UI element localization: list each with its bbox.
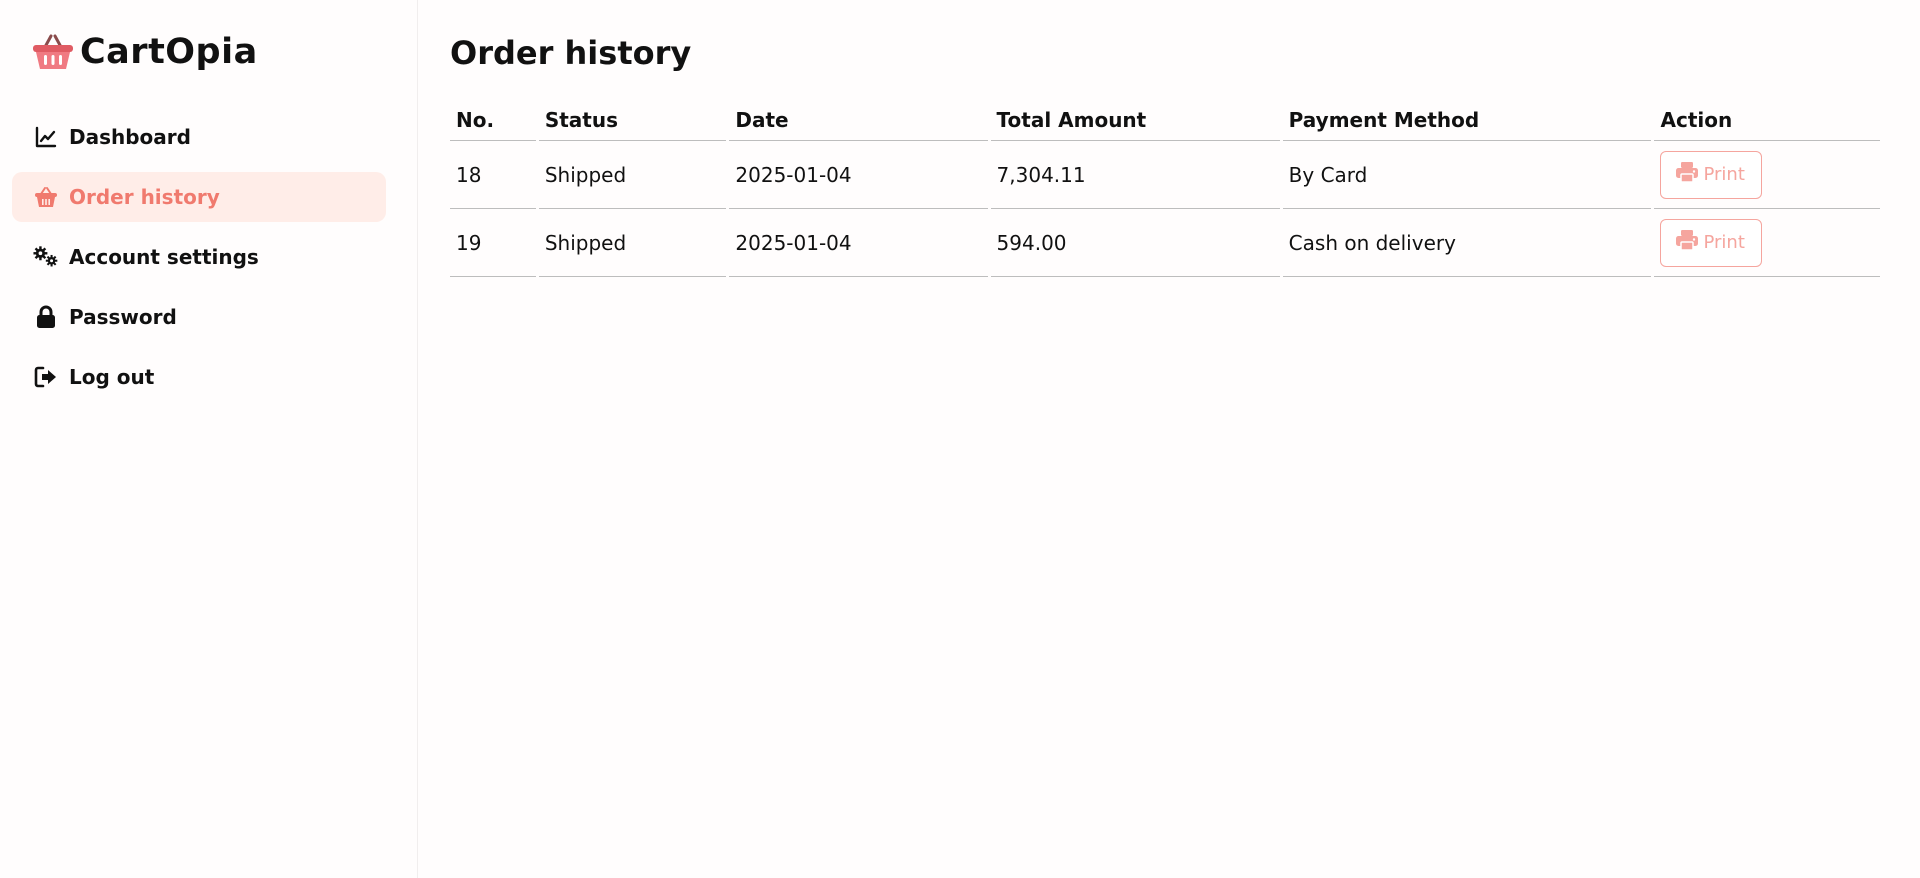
cell-no: 18 — [450, 141, 536, 209]
app-root: CartOpia Dashboard Order history Account… — [0, 0, 1920, 878]
sidebar: CartOpia Dashboard Order history Account… — [0, 0, 418, 878]
print-button-label: Print — [1703, 232, 1745, 253]
cell-status: Shipped — [538, 141, 727, 209]
column-header-no: No. — [450, 100, 536, 141]
sidebar-item-label: Dashboard — [69, 125, 191, 149]
print-button[interactable]: Print — [1660, 218, 1762, 267]
basket-icon — [32, 33, 74, 71]
basket-icon — [33, 184, 59, 210]
cell-action: Print — [1654, 209, 1880, 277]
table-row: 19 Shipped 2025-01-04 594.00 Cash on del… — [450, 209, 1880, 277]
print-button[interactable]: Print — [1660, 150, 1762, 199]
column-header-total-amount: Total Amount — [990, 100, 1280, 141]
cell-no: 19 — [450, 209, 536, 277]
sidebar-item-log-out[interactable]: Log out — [12, 352, 386, 402]
sidebar-item-label: Password — [69, 305, 177, 329]
page-title: Order history — [450, 34, 692, 72]
line-chart-icon — [33, 124, 59, 150]
table-body: 18 Shipped 2025-01-04 7,304.11 By Card P… — [450, 141, 1880, 277]
gears-icon — [33, 244, 59, 270]
order-history-table: No. Status Date Total Amount Payment Met… — [447, 100, 1883, 277]
sidebar-item-account-settings[interactable]: Account settings — [12, 232, 386, 282]
cell-date: 2025-01-04 — [729, 209, 988, 277]
main-content: Order history No. Status Date Total Amou… — [418, 0, 1920, 878]
print-button-label: Print — [1703, 164, 1745, 185]
printer-icon — [1675, 161, 1699, 188]
lock-icon — [33, 304, 59, 330]
sidebar-item-label: Account settings — [69, 245, 259, 269]
brand-name: CartOpia — [80, 32, 258, 72]
table-header: No. Status Date Total Amount Payment Met… — [450, 100, 1880, 141]
cell-total-amount: 594.00 — [990, 209, 1280, 277]
cell-payment-method: By Card — [1282, 141, 1652, 209]
cell-payment-method: Cash on delivery — [1282, 209, 1652, 277]
sidebar-item-label: Order history — [69, 185, 220, 209]
table-row: 18 Shipped 2025-01-04 7,304.11 By Card P… — [450, 141, 1880, 209]
logout-icon — [33, 364, 59, 390]
cell-status: Shipped — [538, 209, 727, 277]
printer-icon — [1675, 229, 1699, 256]
cell-action: Print — [1654, 141, 1880, 209]
sidebar-nav: Dashboard Order history Account settings… — [12, 112, 405, 402]
column-header-payment-method: Payment Method — [1282, 100, 1652, 141]
table-header-row: No. Status Date Total Amount Payment Met… — [450, 100, 1880, 141]
sidebar-item-order-history[interactable]: Order history — [12, 172, 386, 222]
column-header-action: Action — [1654, 100, 1880, 141]
sidebar-item-label: Log out — [69, 365, 155, 389]
sidebar-item-dashboard[interactable]: Dashboard — [12, 112, 386, 162]
cell-total-amount: 7,304.11 — [990, 141, 1280, 209]
column-header-status: Status — [538, 100, 727, 141]
column-header-date: Date — [729, 100, 988, 141]
cell-date: 2025-01-04 — [729, 141, 988, 209]
brand[interactable]: CartOpia — [12, 32, 405, 72]
sidebar-item-password[interactable]: Password — [12, 292, 386, 342]
